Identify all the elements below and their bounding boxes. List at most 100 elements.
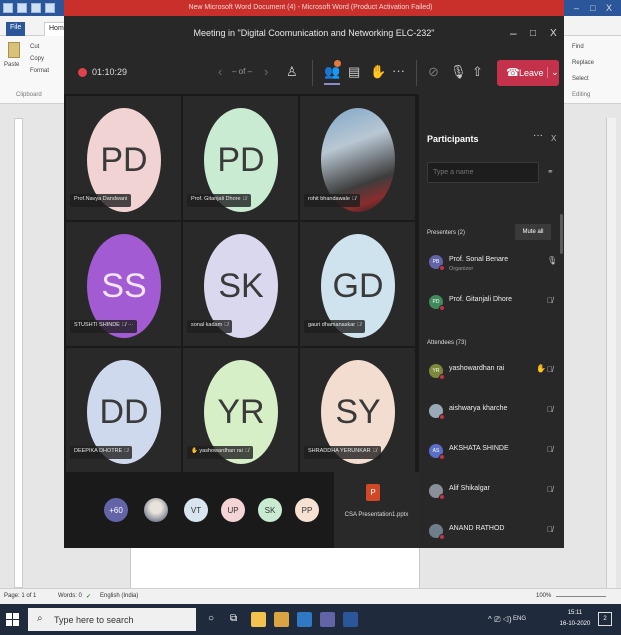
participant-row[interactable]: ANAND RATHOD 🎙̸ bbox=[427, 520, 555, 548]
notifications-icon[interactable]: 2 bbox=[598, 612, 612, 626]
word-app-icon[interactable] bbox=[3, 3, 13, 13]
prev-page-icon[interactable]: ‹ bbox=[218, 64, 222, 79]
word-close-button[interactable]: X bbox=[606, 3, 612, 13]
participant-row[interactable]: PB Prof. Sonal Benare Organizer 🎙 bbox=[427, 251, 557, 279]
store-icon[interactable] bbox=[274, 612, 289, 627]
participant-row[interactable]: YR yashowardhan rai ✋ 🎙̸ bbox=[427, 360, 555, 388]
mic-off-icon[interactable]: 🎙̸ bbox=[547, 296, 553, 305]
presenters-header[interactable]: Presenters (2) bbox=[427, 230, 465, 236]
replace-button[interactable]: Replace bbox=[572, 60, 594, 66]
participant-name: rohit bhandawale bbox=[308, 196, 350, 202]
teams-minimize-button[interactable]: – bbox=[510, 26, 517, 40]
mic-off-icon: 🎙̸ bbox=[242, 196, 247, 202]
leave-button[interactable]: ☎ Leave ⌄ bbox=[497, 60, 559, 86]
cortana-icon[interactable]: ○ bbox=[208, 613, 214, 624]
attendees-header[interactable]: Attendees (73) bbox=[427, 340, 466, 346]
video-tile[interactable]: GD gauri dhamanaskar 🎙̸ bbox=[300, 222, 415, 346]
mail-icon[interactable] bbox=[297, 612, 312, 627]
video-tile[interactable]: YR ✋ yashowardhan rai 🎙̸ bbox=[183, 348, 298, 472]
tile-name-label: gauri dhamanaskar 🎙̸ bbox=[304, 320, 366, 333]
clock-date: 16-10-2020 bbox=[559, 621, 591, 627]
word-count[interactable]: Words: 0 bbox=[58, 593, 82, 599]
tab-file[interactable]: File bbox=[6, 22, 26, 36]
share-screen-icon[interactable]: ⇧ bbox=[472, 64, 483, 80]
overflow-avatar[interactable]: SK bbox=[258, 498, 282, 522]
page-indicator: – of – bbox=[232, 67, 253, 76]
file-explorer-icon[interactable] bbox=[251, 612, 266, 627]
participant-name: STUSHTI SHINDE bbox=[74, 322, 120, 328]
format-painter-button[interactable]: Format bbox=[30, 68, 49, 74]
mute-all-button[interactable]: Mute all bbox=[515, 224, 551, 240]
mic-off-icon[interactable]: 🎙̸ bbox=[547, 405, 553, 414]
save-icon[interactable] bbox=[17, 3, 27, 13]
presence-status-icon bbox=[439, 265, 445, 271]
mic-off-icon[interactable]: 🎙̸ bbox=[547, 365, 553, 374]
participant-search-input[interactable] bbox=[427, 162, 539, 183]
find-button[interactable]: Find bbox=[572, 44, 584, 50]
raise-hand-icon[interactable]: ✋ bbox=[370, 64, 386, 80]
select-button[interactable]: Select bbox=[572, 76, 589, 82]
mic-off-icon[interactable]: 🎙̸ bbox=[547, 525, 553, 534]
zoom-slider[interactable] bbox=[556, 596, 606, 597]
camera-off-icon[interactable]: ⊘ bbox=[428, 64, 439, 80]
teams-close-button[interactable]: X bbox=[550, 28, 557, 39]
presence-status-icon bbox=[439, 305, 445, 311]
participant-row[interactable]: Alif Shikalgar 🎙̸ bbox=[427, 480, 555, 508]
page-count[interactable]: Page: 1 of 1 bbox=[4, 593, 36, 599]
video-tile[interactable]: SS STUSHTI SHINDE 🎙̸ ··· bbox=[66, 222, 181, 346]
word-minimize-button[interactable]: – bbox=[574, 3, 579, 13]
windows-start-icon[interactable] bbox=[6, 613, 20, 627]
more-participants-button[interactable]: +60 bbox=[104, 498, 128, 522]
panel-more-icon[interactable]: ··· bbox=[533, 130, 543, 141]
overflow-avatar[interactable]: VT bbox=[184, 498, 208, 522]
video-tile[interactable]: rohit bhandawale 🎙̸ bbox=[300, 96, 415, 220]
chat-icon[interactable]: ▤ bbox=[348, 64, 360, 80]
word-restore-button[interactable]: □ bbox=[590, 3, 595, 13]
microphone-icon[interactable]: 🎙 bbox=[450, 64, 467, 80]
share-invite-icon[interactable]: ⚭ bbox=[547, 167, 554, 176]
more-actions-icon[interactable]: ··· bbox=[392, 63, 405, 78]
clock[interactable]: 15:11 16-10-2020 bbox=[558, 608, 592, 630]
participants-lobby-icon[interactable]: ♙ bbox=[286, 64, 298, 80]
overflow-avatar[interactable]: PP bbox=[295, 498, 319, 522]
taskbar-search-box[interactable]: ⌕ Type here to search bbox=[28, 608, 196, 631]
paste-button[interactable]: Paste bbox=[4, 62, 19, 68]
next-page-icon[interactable]: › bbox=[264, 64, 268, 79]
video-tile[interactable]: PD Prof. Gitanjali Dhore 🎙̸ bbox=[183, 96, 298, 220]
paste-icon[interactable] bbox=[8, 42, 20, 58]
meeting-toolbar: 01:10:29 ‹ – of – › ♙ 👥 ▤ ✋ ··· ⊘ 🎙 ⇧ ☎ … bbox=[64, 52, 564, 94]
panel-scrollbar[interactable] bbox=[560, 214, 563, 254]
shared-presentation-tile[interactable]: P CSA Presentation1.pptx bbox=[334, 472, 419, 548]
teams-maximize-button[interactable]: □ bbox=[530, 28, 536, 39]
task-view-icon[interactable]: ⧉ bbox=[230, 613, 237, 624]
overflow-avatar[interactable] bbox=[144, 498, 168, 522]
teams-taskbar-icon[interactable] bbox=[320, 612, 335, 627]
cut-button[interactable]: Cut bbox=[30, 44, 39, 50]
video-tile[interactable]: SY SHRADDHA YERUNKAR 🎙̸ bbox=[300, 348, 415, 472]
redo-icon[interactable] bbox=[45, 3, 55, 13]
tile-more-icon[interactable]: ··· bbox=[128, 322, 134, 328]
video-tile[interactable]: SK sonal kadam 🎙̸ bbox=[183, 222, 298, 346]
video-tile[interactable]: DD DEEPIKA DHOTRE 🎙̸ bbox=[66, 348, 181, 472]
undo-icon[interactable] bbox=[31, 3, 41, 13]
zoom-level[interactable]: 100% bbox=[536, 593, 551, 599]
mic-off-icon[interactable]: 🎙̸ bbox=[547, 485, 553, 494]
input-language[interactable]: ENG bbox=[513, 616, 526, 622]
participant-row[interactable]: aishwarya kharche 🎙̸ bbox=[427, 400, 555, 428]
participant-name: yashowardhan rai bbox=[449, 365, 505, 372]
copy-button[interactable]: Copy bbox=[30, 56, 44, 62]
participant-row[interactable]: AS AKSHATA SHINDE 🎙̸ bbox=[427, 440, 555, 468]
vertical-scrollbar[interactable] bbox=[606, 118, 616, 588]
chevron-down-icon[interactable]: ⌄ bbox=[547, 67, 559, 78]
participant-row[interactable]: PD Prof. Gitanjali Dhore 🎙̸ bbox=[427, 291, 555, 319]
panel-close-icon[interactable]: X bbox=[551, 134, 556, 143]
word-taskbar-icon[interactable] bbox=[343, 612, 358, 627]
overflow-avatar[interactable]: UP bbox=[221, 498, 245, 522]
mic-off-icon[interactable]: 🎙̸ bbox=[547, 445, 553, 454]
language-indicator[interactable]: English (India) bbox=[100, 593, 138, 599]
tray-icons[interactable]: ^ ⎚ ◁) bbox=[488, 615, 512, 625]
video-tile[interactable]: PD Prof.Navya Dandwani bbox=[66, 96, 181, 220]
spellcheck-icon[interactable]: ✓ bbox=[86, 593, 91, 600]
mic-on-icon[interactable]: 🎙 bbox=[547, 256, 557, 265]
document-page[interactable] bbox=[130, 548, 420, 588]
